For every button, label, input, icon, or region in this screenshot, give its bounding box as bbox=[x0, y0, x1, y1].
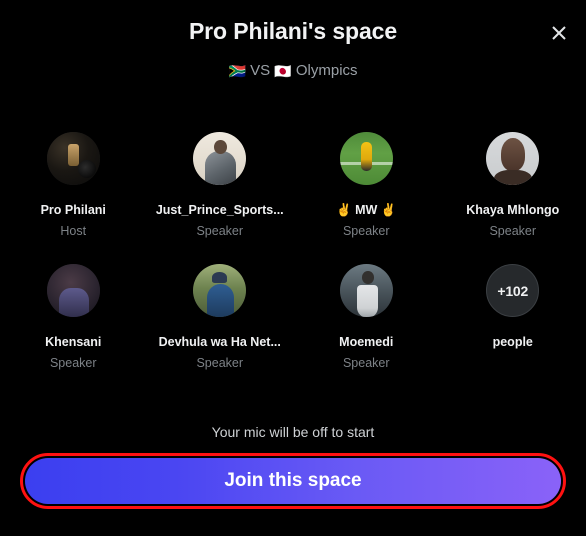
page-title: Pro Philani's space bbox=[188, 18, 398, 44]
avatar bbox=[46, 132, 100, 185]
overflow-caption: people bbox=[492, 335, 533, 349]
participant-role: Speaker bbox=[196, 356, 244, 370]
overflow-count-badge: +102 bbox=[486, 264, 540, 317]
participant-devhula-wa-ha-net[interactable]: Devhula wa Ha Net... Speaker bbox=[147, 264, 294, 396]
mic-status-note: Your mic will be off to start bbox=[211, 424, 375, 440]
participant-role: Speaker bbox=[49, 356, 97, 370]
close-icon[interactable] bbox=[544, 18, 574, 48]
avatar bbox=[46, 264, 100, 317]
participant-row: Khensani Speaker Devhula wa Ha Net... Sp… bbox=[0, 264, 586, 396]
subtitle-vs-label: VS bbox=[250, 62, 271, 79]
avatar bbox=[339, 264, 393, 317]
participant-name: Khaya Mhlongo bbox=[466, 203, 560, 217]
participant-role: Host bbox=[60, 224, 87, 238]
participant-name: Khensani bbox=[45, 335, 102, 349]
participant-name: Just_Prince_Sports... bbox=[155, 203, 284, 217]
space-subtitle: 🇿🇦 VS 🇯🇵 Olympics bbox=[0, 62, 586, 80]
avatar bbox=[193, 132, 247, 185]
participant-just-prince-sports[interactable]: Just_Prince_Sports... Speaker bbox=[147, 132, 294, 264]
participant-grid: Pro Philani Host Just_Prince_Sports... S… bbox=[0, 132, 586, 396]
flag-japan-icon: 🇯🇵 bbox=[274, 63, 292, 79]
participant-name: ✌ MW ✌ bbox=[336, 203, 397, 217]
avatar bbox=[339, 132, 393, 185]
participant-role: Speaker bbox=[342, 356, 390, 370]
participant-role: Speaker bbox=[489, 224, 537, 238]
space-join-dialog: Pro Philani's space 🇿🇦 VS 🇯🇵 Olympics Pr… bbox=[0, 0, 586, 536]
dialog-header: Pro Philani's space 🇿🇦 VS 🇯🇵 Olympics bbox=[0, 0, 586, 100]
join-space-button[interactable]: Join this space bbox=[25, 458, 561, 504]
participant-row: Pro Philani Host Just_Prince_Sports... S… bbox=[0, 132, 586, 264]
participant-mw[interactable]: ✌ MW ✌ Speaker bbox=[293, 132, 440, 264]
avatar bbox=[193, 264, 247, 317]
join-button-highlight: Join this space bbox=[20, 453, 566, 509]
participant-overflow[interactable]: +102 people bbox=[440, 264, 586, 396]
participant-khensani[interactable]: Khensani Speaker bbox=[0, 264, 147, 396]
avatar bbox=[486, 132, 540, 185]
participant-khaya-mhlongo[interactable]: Khaya Mhlongo Speaker bbox=[440, 132, 586, 264]
participant-pro-philani[interactable]: Pro Philani Host bbox=[0, 132, 147, 264]
flag-south-africa-icon: 🇿🇦 bbox=[228, 63, 246, 79]
participant-role: Speaker bbox=[196, 224, 244, 238]
participant-name: Devhula wa Ha Net... bbox=[158, 335, 281, 349]
participant-name: Pro Philani bbox=[40, 203, 106, 217]
participant-name: Moemedi bbox=[339, 335, 394, 349]
subtitle-topic-label: Olympics bbox=[295, 62, 358, 79]
participant-role: Speaker bbox=[342, 224, 390, 238]
participant-moemedi[interactable]: Moemedi Speaker bbox=[293, 264, 440, 396]
